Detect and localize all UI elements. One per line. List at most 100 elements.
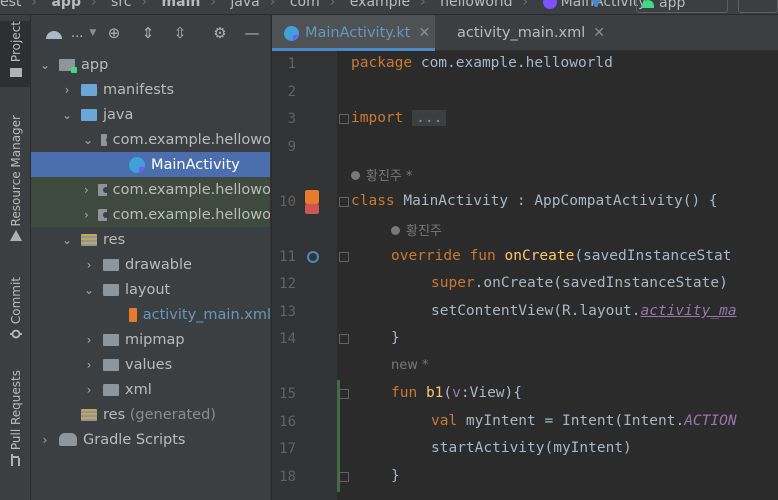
chevron-right-icon[interactable]: › xyxy=(83,208,90,222)
tree-item-package[interactable]: › com.example.hellowo xyxy=(31,202,270,227)
fold-marker-icon[interactable] xyxy=(339,472,349,482)
tree-item-manifests[interactable]: › manifests xyxy=(31,77,270,102)
minimize-icon[interactable]: — xyxy=(243,24,261,42)
author-hint[interactable]: 황진주 xyxy=(391,220,442,239)
tree-item-drawable[interactable]: › drawable xyxy=(31,252,270,277)
code-line: override fun onCreate(savedInstanceStat xyxy=(391,248,731,264)
chevron-down-icon[interactable]: ⌄ xyxy=(83,283,95,297)
fold-marker-icon[interactable] xyxy=(339,334,349,344)
breadcrumb-item[interactable]: src xyxy=(111,0,131,10)
chevron-right-icon[interactable]: › xyxy=(61,83,73,97)
fold-marker-icon[interactable] xyxy=(339,114,349,124)
author-label: 황진주 xyxy=(406,224,442,239)
tree-item-xml[interactable]: › xml xyxy=(31,377,270,402)
breadcrumb-item[interactable]: com xyxy=(290,0,320,10)
tool-tab-pull-requests[interactable]: Pull Requests xyxy=(0,370,31,488)
project-panel: ... ▼ ⊕ ⇕ ⇳ ⚙ — ⌄ app › manifests ⌄ java… xyxy=(31,15,271,500)
tree-item-package[interactable]: › com.example.hellowo xyxy=(31,177,270,202)
author-hint[interactable]: 황진주 * xyxy=(351,165,413,184)
code-param: v xyxy=(452,385,461,401)
gradle-elephant-icon xyxy=(59,433,77,446)
xml-file-icon xyxy=(129,307,137,322)
tree-item-package[interactable]: ⌄ com.example.hellowo xyxy=(31,127,270,152)
close-icon[interactable]: ✕ xyxy=(418,25,430,41)
tool-tab-commit[interactable]: Commit xyxy=(0,277,31,347)
tree-item-gradle-scripts[interactable]: › Gradle Scripts xyxy=(31,427,270,452)
gear-icon[interactable]: ⚙ xyxy=(211,24,229,42)
fold-marker-icon[interactable] xyxy=(339,389,349,399)
breadcrumb-item[interactable]: helloworld xyxy=(440,0,512,10)
tree-item-java[interactable]: ⌄ java xyxy=(31,102,270,127)
chevron-down-icon[interactable]: ⌄ xyxy=(61,233,73,247)
tree-item-label: activity_main.xml xyxy=(142,306,271,323)
line-number: 13 xyxy=(279,304,296,320)
chevron-right-icon[interactable]: › xyxy=(39,433,51,447)
folder-icon xyxy=(103,283,119,296)
resources-icon xyxy=(9,230,22,242)
tool-tab-label: Project xyxy=(8,21,23,63)
person-icon xyxy=(351,171,360,180)
package-icon xyxy=(97,183,109,196)
run-configuration-select[interactable]: app xyxy=(636,0,728,13)
tree-item-label: mipmap xyxy=(125,331,185,348)
module-folder-icon xyxy=(59,58,77,73)
tool-tab-resource-manager[interactable]: Resource Manager xyxy=(0,115,31,255)
tool-tab-label: Pull Requests xyxy=(8,370,23,451)
line-number: 12 xyxy=(279,276,296,292)
breadcrumb-item[interactable]: main xyxy=(162,0,201,10)
chevron-right-icon[interactable]: › xyxy=(83,358,95,372)
tree-item-layout[interactable]: ⌄ layout xyxy=(31,277,270,302)
tree-item-values[interactable]: › values xyxy=(31,352,270,377)
expand-all-icon[interactable]: ⇕ xyxy=(139,24,157,42)
tab-mainactivity-kt[interactable]: MainActivity.kt ✕ xyxy=(272,15,435,51)
breadcrumb-item[interactable]: example xyxy=(350,0,410,10)
line-number: 15 xyxy=(279,386,296,402)
tree-item-label: Gradle Scripts xyxy=(83,431,186,448)
breadcrumb-item[interactable]: app xyxy=(51,0,81,10)
chevron-right-icon[interactable]: › xyxy=(83,333,95,347)
device-select[interactable] xyxy=(738,0,778,13)
chevron-down-icon[interactable]: ⌄ xyxy=(83,133,93,147)
tree-item-res-generated[interactable]: res (generated) xyxy=(31,402,270,427)
tree-item-mipmap[interactable]: › mipmap xyxy=(31,327,270,352)
tree-item-res[interactable]: ⌄ res xyxy=(31,227,270,252)
folded-imports[interactable]: ... xyxy=(412,110,447,126)
code-line: } xyxy=(391,330,400,346)
android-icon xyxy=(45,26,63,40)
layout-file-icon[interactable] xyxy=(305,190,319,204)
override-icon[interactable] xyxy=(307,251,319,263)
code-line: } xyxy=(391,468,400,484)
locate-icon[interactable]: ⊕ xyxy=(105,24,123,42)
author-hint[interactable]: new * xyxy=(391,358,429,373)
breadcrumb-item[interactable]: java xyxy=(230,0,259,10)
project-view-select[interactable]: ... xyxy=(71,26,83,41)
tab-label: MainActivity.kt xyxy=(305,25,411,41)
code-text: myIntent = Intent(Intent. xyxy=(457,413,685,429)
chevron-right-icon[interactable]: › xyxy=(83,258,95,272)
breadcrumb-item[interactable]: MainActivity xyxy=(561,0,647,10)
folder-icon xyxy=(103,358,119,371)
chevron-down-icon[interactable]: ▼ xyxy=(89,28,96,38)
chevron-down-icon[interactable]: ⌄ xyxy=(39,58,51,72)
code-text: :View){ xyxy=(460,385,522,401)
tab-activity-main-xml[interactable]: activity_main.xml ✕ xyxy=(435,15,605,51)
run-gutter-icon[interactable] xyxy=(305,204,319,214)
code-line: import ... xyxy=(351,110,447,126)
code-keyword: class xyxy=(351,193,395,209)
collapse-all-icon[interactable]: ⇳ xyxy=(171,24,189,42)
breadcrumb-item[interactable]: est xyxy=(0,0,21,10)
tree-item-label: res xyxy=(103,231,126,248)
fold-marker-icon[interactable] xyxy=(339,252,349,262)
tool-tab-project[interactable]: Project xyxy=(0,21,31,87)
chevron-right-icon[interactable]: › xyxy=(83,183,90,197)
fold-marker-icon[interactable] xyxy=(339,197,349,207)
chevron-right-icon[interactable]: › xyxy=(83,383,95,397)
tree-item-activity-main-xml[interactable]: activity_main.xml xyxy=(31,302,271,327)
tree-item-app[interactable]: ⌄ app xyxy=(31,52,270,77)
chevron-down-icon[interactable]: ⌄ xyxy=(61,108,73,122)
close-icon[interactable]: ✕ xyxy=(593,25,605,41)
android-icon xyxy=(642,0,654,8)
code-property[interactable]: activity_ma xyxy=(641,303,737,319)
tool-tab-label: Resource Manager xyxy=(8,115,23,227)
tree-item-mainactivity[interactable]: MainActivity xyxy=(31,152,270,177)
